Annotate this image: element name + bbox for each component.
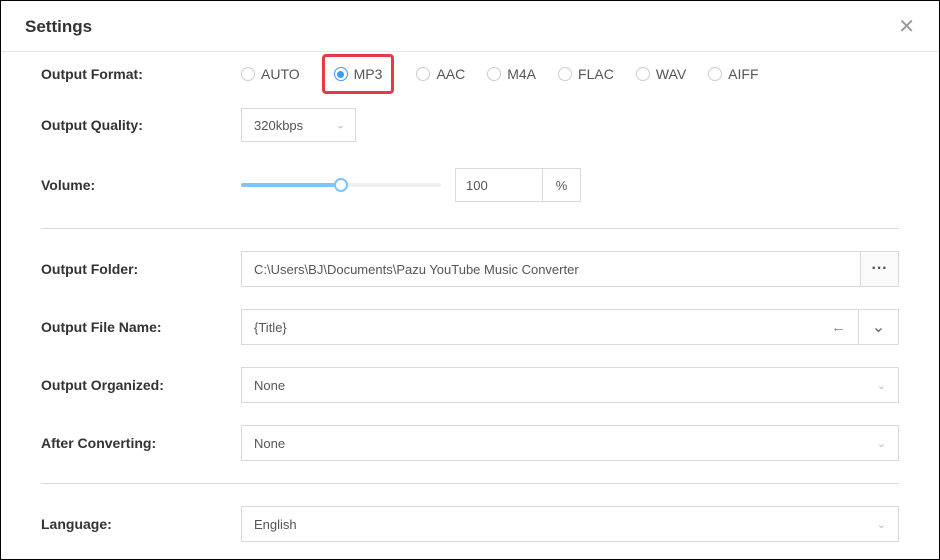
output-filename-field[interactable]: {Title} ← [241, 309, 859, 345]
radio-label: MP3 [354, 66, 383, 82]
radio-auto[interactable]: AUTO [241, 66, 300, 82]
volume-controls: 100 % [241, 168, 899, 202]
output-quality-value: 320kbps [254, 118, 303, 133]
row-after-converting: After Converting: None ⌄ [41, 425, 899, 461]
back-arrow-icon[interactable]: ← [831, 319, 846, 336]
chevron-down-icon: ⌄ [872, 317, 885, 337]
output-organized-value: None [254, 378, 285, 393]
radio-mp3[interactable]: MP3 [322, 54, 395, 94]
divider [41, 483, 899, 484]
volume-input[interactable]: 100 [455, 168, 543, 202]
output-quality-select[interactable]: 320kbps ⌄ [241, 108, 356, 142]
output-folder-path: C:\Users\BJ\Documents\Pazu YouTube Music… [254, 262, 579, 277]
row-output-folder: Output Folder: C:\Users\BJ\Documents\Paz… [41, 251, 899, 287]
volume-unit: % [543, 168, 581, 202]
radio-label: M4A [507, 66, 536, 82]
dialog-content: Output Format: AUTO MP3 AAC M4A FLAC [1, 52, 939, 542]
close-icon[interactable]: ✕ [898, 17, 915, 37]
radio-flac[interactable]: FLAC [558, 66, 614, 82]
dialog-header: Settings ✕ [1, 1, 939, 52]
row-output-organized: Output Organized: None ⌄ [41, 367, 899, 403]
volume-value: 100 [466, 178, 488, 193]
label-language: Language: [41, 516, 241, 532]
chevron-down-icon: ⌄ [336, 119, 345, 132]
chevron-down-icon: ⌄ [877, 379, 886, 392]
after-converting-value: None [254, 436, 285, 451]
volume-slider[interactable] [241, 178, 441, 192]
label-output-folder: Output Folder: [41, 261, 241, 277]
radio-circle-icon [487, 67, 501, 81]
label-output-filename: Output File Name: [41, 319, 241, 335]
radio-label: AIFF [728, 66, 758, 82]
radio-m4a[interactable]: M4A [487, 66, 536, 82]
radio-aiff[interactable]: AIFF [708, 66, 758, 82]
output-organized-select[interactable]: None ⌄ [241, 367, 899, 403]
row-language: Language: English ⌄ [41, 506, 899, 542]
label-volume: Volume: [41, 177, 241, 193]
row-output-quality: Output Quality: 320kbps ⌄ [41, 108, 899, 142]
slider-fill [241, 183, 341, 187]
radio-label: WAV [656, 66, 686, 82]
language-select[interactable]: English ⌄ [241, 506, 899, 542]
slider-thumb[interactable] [334, 178, 348, 192]
radio-label: FLAC [578, 66, 614, 82]
chevron-down-icon: ⌄ [877, 437, 886, 450]
row-output-filename: Output File Name: {Title} ← ⌄ [41, 309, 899, 345]
radio-circle-icon [416, 67, 430, 81]
row-output-format: Output Format: AUTO MP3 AAC M4A FLAC [41, 66, 899, 82]
output-folder-field[interactable]: C:\Users\BJ\Documents\Pazu YouTube Music… [241, 251, 861, 287]
browse-button[interactable]: ··· [861, 251, 899, 287]
divider [41, 228, 899, 229]
radio-label: AUTO [261, 66, 300, 82]
language-value: English [254, 517, 297, 532]
label-after-converting: After Converting: [41, 435, 241, 451]
radio-circle-icon [334, 67, 348, 81]
filename-expand-button[interactable]: ⌄ [859, 309, 899, 345]
label-output-quality: Output Quality: [41, 117, 241, 133]
radio-label: AAC [436, 66, 465, 82]
label-output-organized: Output Organized: [41, 377, 241, 393]
output-filename-value: {Title} [254, 320, 287, 335]
more-icon: ··· [872, 260, 888, 278]
radio-circle-icon [636, 67, 650, 81]
chevron-down-icon: ⌄ [877, 518, 886, 531]
radio-circle-icon [708, 67, 722, 81]
radio-circle-icon [241, 67, 255, 81]
after-converting-select[interactable]: None ⌄ [241, 425, 899, 461]
radio-wav[interactable]: WAV [636, 66, 686, 82]
radio-aac[interactable]: AAC [416, 66, 465, 82]
label-output-format: Output Format: [41, 66, 241, 82]
dialog-title: Settings [25, 17, 92, 37]
output-format-radio-group: AUTO MP3 AAC M4A FLAC WAV [241, 66, 759, 82]
row-volume: Volume: 100 % [41, 168, 899, 202]
radio-circle-on [558, 67, 572, 81]
